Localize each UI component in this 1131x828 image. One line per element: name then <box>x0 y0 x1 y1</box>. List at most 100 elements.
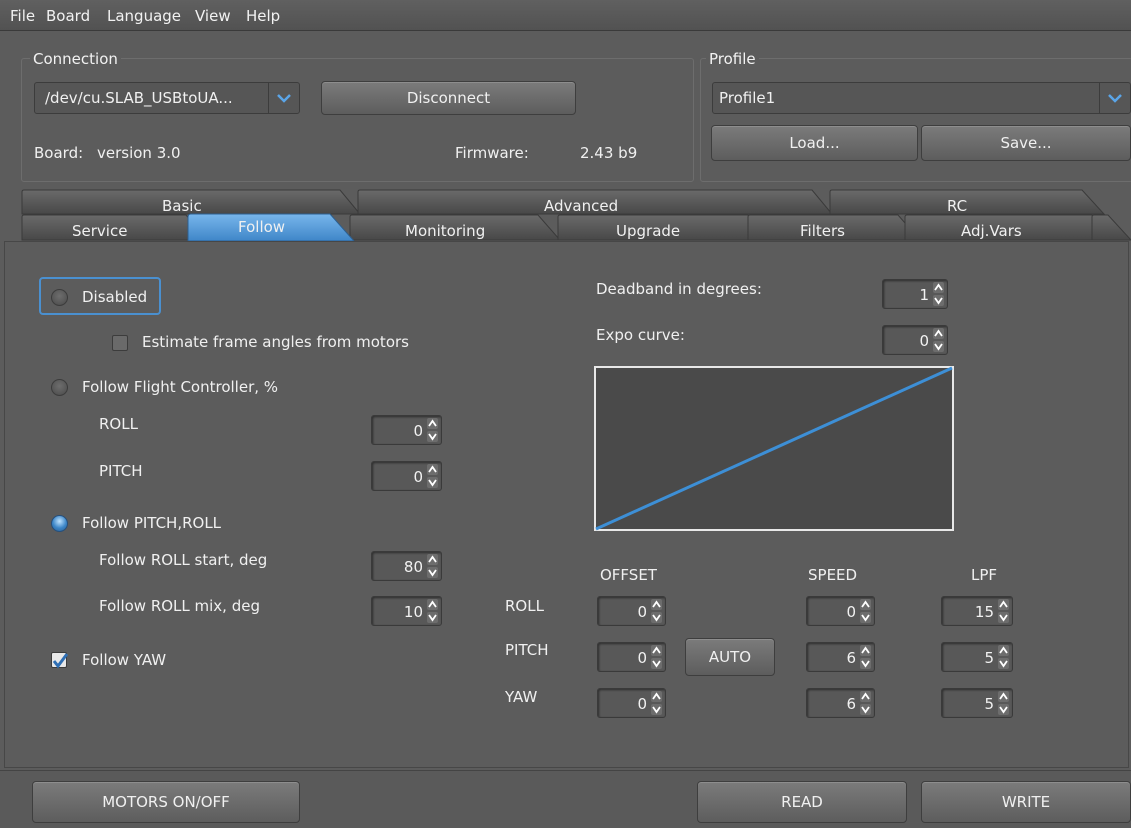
read-button[interactable]: READ <box>697 781 907 823</box>
follow-yaw-label: Follow YAW <box>82 651 167 669</box>
pitch-offset-spinbox[interactable]: 0 <box>597 642 666 672</box>
fc-roll-spinbox[interactable]: 0 <box>371 415 442 445</box>
write-button[interactable]: WRITE <box>921 781 1131 823</box>
expo-spinbox[interactable]: 0 <box>882 325 948 355</box>
motors-toggle-button[interactable]: MOTORS ON/OFF <box>32 781 300 823</box>
save-profile-button[interactable]: Save... <box>921 125 1131 161</box>
menu-help[interactable]: Help <box>246 7 280 25</box>
axis-yaw-label: YAW <box>505 688 538 706</box>
up-arrow-icon[interactable] <box>998 645 1009 656</box>
down-arrow-icon[interactable] <box>427 612 438 623</box>
yaw-speed-value: 6 <box>846 695 856 713</box>
radio-disabled-label: Disabled <box>82 288 148 306</box>
down-arrow-icon[interactable] <box>860 704 871 715</box>
menu-language[interactable]: Language <box>107 7 181 25</box>
radio-follow-pitch-roll[interactable] <box>51 515 68 532</box>
fc-pitch-label: PITCH <box>99 462 143 480</box>
down-arrow-icon[interactable] <box>933 295 944 306</box>
up-arrow-icon[interactable] <box>998 599 1009 610</box>
menu-file[interactable]: File <box>10 7 35 25</box>
chevron-down-icon <box>1099 83 1130 113</box>
down-arrow-icon[interactable] <box>933 341 944 352</box>
load-profile-button[interactable]: Load... <box>711 125 918 161</box>
up-arrow-icon[interactable] <box>651 691 662 702</box>
roll-start-label: Follow ROLL start, deg <box>99 551 268 569</box>
follow-yaw-checkbox[interactable] <box>51 652 69 669</box>
tab-filters[interactable]: Filters <box>800 222 845 240</box>
radio-disabled[interactable] <box>51 289 68 306</box>
down-arrow-icon[interactable] <box>860 658 871 669</box>
tab-advanced[interactable]: Advanced <box>544 197 618 215</box>
board-version: version 3.0 <box>97 144 181 162</box>
yaw-offset-spinbox[interactable]: 0 <box>597 688 666 718</box>
deadband-spinbox[interactable]: 1 <box>882 279 948 309</box>
tab-follow[interactable]: Follow <box>238 218 285 236</box>
firmware-label: Firmware: <box>455 144 529 162</box>
profile-title: Profile <box>706 50 759 68</box>
up-arrow-icon[interactable] <box>933 328 944 339</box>
down-arrow-icon[interactable] <box>860 612 871 623</box>
down-arrow-icon[interactable] <box>998 658 1009 669</box>
roll-start-spinbox[interactable]: 80 <box>371 551 442 581</box>
up-arrow-icon[interactable] <box>651 645 662 656</box>
down-arrow-icon[interactable] <box>651 612 662 623</box>
pitch-lpf-spinbox[interactable]: 5 <box>941 642 1013 672</box>
down-arrow-icon[interactable] <box>651 658 662 669</box>
tab-upgrade[interactable]: Upgrade <box>616 222 680 240</box>
connection-title: Connection <box>30 50 121 68</box>
lpf-header: LPF <box>971 566 998 584</box>
profile-select[interactable]: Profile1 <box>712 82 1131 114</box>
menu-board[interactable]: Board <box>46 7 90 25</box>
up-arrow-icon[interactable] <box>427 599 438 610</box>
tab-monitoring[interactable]: Monitoring <box>405 222 485 240</box>
yaw-lpf-spinbox[interactable]: 5 <box>941 688 1013 718</box>
connection-group <box>21 58 694 182</box>
menu-view[interactable]: View <box>195 7 231 25</box>
down-arrow-icon[interactable] <box>427 567 438 578</box>
tab-rc[interactable]: RC <box>947 197 967 215</box>
up-arrow-icon[interactable] <box>933 282 944 293</box>
radio-follow-fc[interactable] <box>51 379 68 396</box>
expo-value: 0 <box>919 332 929 350</box>
roll-offset-spinbox[interactable]: 0 <box>597 596 666 626</box>
deadband-value: 1 <box>919 286 929 304</box>
up-arrow-icon[interactable] <box>427 464 438 475</box>
fc-pitch-spinbox[interactable]: 0 <box>371 461 442 491</box>
fc-roll-label: ROLL <box>99 415 138 433</box>
tab-basic[interactable]: Basic <box>162 197 202 215</box>
roll-speed-spinbox[interactable]: 0 <box>806 596 875 626</box>
up-arrow-icon[interactable] <box>860 599 871 610</box>
port-select-value: /dev/cu.SLAB_USBtoUA... <box>45 89 233 107</box>
axis-roll-label: ROLL <box>505 597 544 615</box>
deadband-label: Deadband in degrees: <box>596 280 762 298</box>
down-arrow-icon[interactable] <box>427 431 438 442</box>
roll-lpf-spinbox[interactable]: 15 <box>941 596 1013 626</box>
up-arrow-icon[interactable] <box>860 645 871 656</box>
down-arrow-icon[interactable] <box>427 477 438 488</box>
estimate-checkbox[interactable] <box>112 335 128 351</box>
up-arrow-icon[interactable] <box>427 554 438 565</box>
roll-mix-spinbox[interactable]: 10 <box>371 596 442 626</box>
checkmark-icon <box>52 653 69 669</box>
auto-button[interactable]: AUTO <box>685 638 775 676</box>
fc-roll-value: 0 <box>413 422 423 440</box>
down-arrow-icon[interactable] <box>998 612 1009 623</box>
down-arrow-icon[interactable] <box>998 704 1009 715</box>
yaw-speed-spinbox[interactable]: 6 <box>806 688 875 718</box>
tab-adj-vars[interactable]: Adj.Vars <box>961 222 1022 240</box>
fc-pitch-value: 0 <box>413 468 423 486</box>
firmware-version: 2.43 b9 <box>580 144 638 162</box>
speed-header: SPEED <box>808 566 858 584</box>
roll-start-value: 80 <box>403 558 423 576</box>
up-arrow-icon[interactable] <box>998 691 1009 702</box>
up-arrow-icon[interactable] <box>651 599 662 610</box>
port-select[interactable]: /dev/cu.SLAB_USBtoUA... <box>34 82 300 114</box>
down-arrow-icon[interactable] <box>651 704 662 715</box>
pitch-speed-spinbox[interactable]: 6 <box>806 642 875 672</box>
yaw-offset-value: 0 <box>637 695 647 713</box>
tab-service[interactable]: Service <box>72 222 127 240</box>
disconnect-button[interactable]: Disconnect <box>321 81 576 115</box>
up-arrow-icon[interactable] <box>860 691 871 702</box>
expo-label: Expo curve: <box>596 326 685 344</box>
up-arrow-icon[interactable] <box>427 418 438 429</box>
